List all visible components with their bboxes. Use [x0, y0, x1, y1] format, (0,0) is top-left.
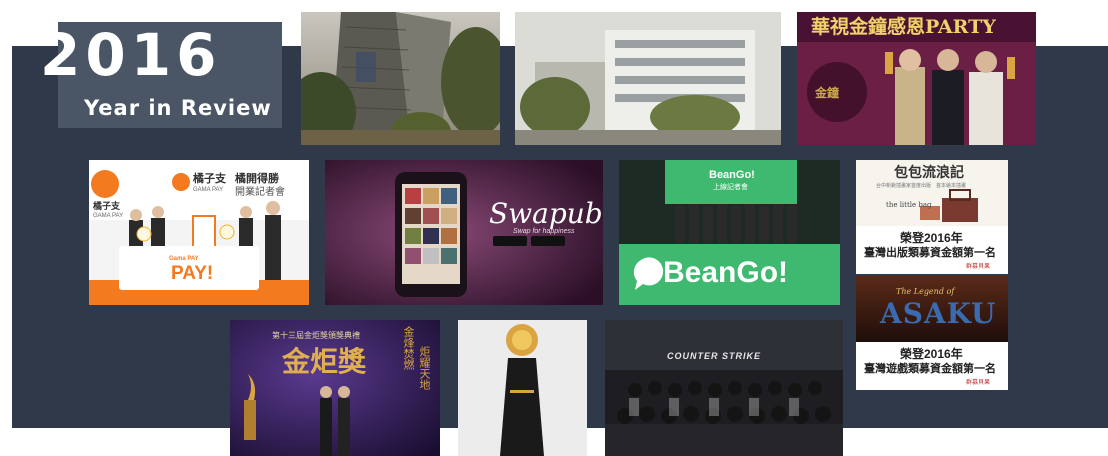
book-subtitle: 台中新銳插畫家首度出版 首本繪本插畫	[876, 183, 967, 189]
gamapay-brand-left: 橘子支	[93, 201, 121, 211]
photo-trophy	[458, 320, 587, 456]
asaku-credit: 群募貝果	[966, 380, 991, 386]
gamapay-event-title: 橘開得勝	[235, 173, 279, 185]
book-credit: 群募貝果	[966, 264, 991, 270]
gamapay-brand-center: 橘子支	[193, 173, 226, 185]
photo-book-crowdfunding: 包包流浪記 台中新銳插畫家首度出版 首本繪本插畫 the little bag …	[856, 160, 1008, 274]
asaku-award-line2: 臺灣遊戲類募資金額第一名	[864, 363, 996, 375]
gamapay-brand-left-en: GAMA PAY	[93, 213, 124, 219]
esports-logo: COUNTER STRIKE	[667, 351, 762, 361]
photo-golden-torch-award: 第十三屆金炬獎頒獎典禮 金炬獎 金烽焚燃 炬耀天地	[230, 320, 440, 456]
swapub-slogan: Swap for happiness	[513, 228, 575, 235]
book-award-line1: 榮登2016年	[900, 231, 963, 245]
year-in-review-banner: 2016 Year in Review 金鐘 華視金鐘感恩PARTY 橘子支 G…	[0, 0, 1108, 456]
gamapay-podium-text: PAY!	[171, 263, 214, 284]
book-award-line2: 臺灣出版類募資金額第一名	[864, 247, 996, 259]
beango-screen-subtitle: 上線記者會	[713, 184, 748, 191]
gamapay-event-subtitle: 開業記者會	[235, 187, 285, 198]
photo-white-building	[515, 12, 781, 145]
gala-banner-text: 華視金鐘感恩PARTY	[811, 16, 996, 38]
swapub-logo: Swapub	[489, 197, 603, 230]
photo-office-building	[301, 12, 500, 145]
beango-big-logo: BeanGo!	[663, 256, 789, 289]
torch-side-text-2: 炬耀天地	[418, 346, 430, 390]
year-heading: 2016	[40, 21, 222, 89]
asaku-logo: ASAKU	[880, 297, 997, 330]
torch-header: 第十三屆金炬獎頒獎典禮	[272, 331, 360, 340]
book-cover-text: the little bag	[886, 201, 932, 209]
asaku-top-text: The Legend of	[896, 287, 955, 296]
photo-gamapay-launch: 橘子支 GAMA PAY 橘子支 GAMA PAY 橘開得勝 開業記者會 Gam…	[89, 160, 309, 305]
torch-side-text-1: 金烽焚燃	[402, 326, 414, 370]
svg-text:金鐘: 金鐘	[814, 85, 839, 100]
beango-screen-logo: BeanGo!	[709, 169, 755, 181]
torch-big-title: 金炬獎	[282, 345, 367, 378]
gamapay-podium-small: Gama PAY	[169, 256, 199, 262]
book-title: 包包流浪記	[894, 165, 964, 181]
asaku-award-line1: 榮登2016年	[900, 347, 963, 361]
year-in-review-subtitle: Year in Review	[84, 96, 272, 120]
photo-asaku-crowdfunding: The Legend of ASAKU 榮登2016年 臺灣遊戲類募資金額第一名…	[856, 276, 1008, 390]
gamapay-brand-center-en: GAMA PAY	[193, 187, 224, 193]
photo-esports-event: COUNTER STRIKE	[605, 320, 843, 456]
photo-beango-launch: BeanGo! 上線記者會 BeanGo!	[619, 160, 840, 305]
photo-swapub-app: Swapub Swap for happiness	[325, 160, 603, 305]
photo-award-gala: 金鐘 華視金鐘感恩PARTY	[797, 12, 1036, 145]
